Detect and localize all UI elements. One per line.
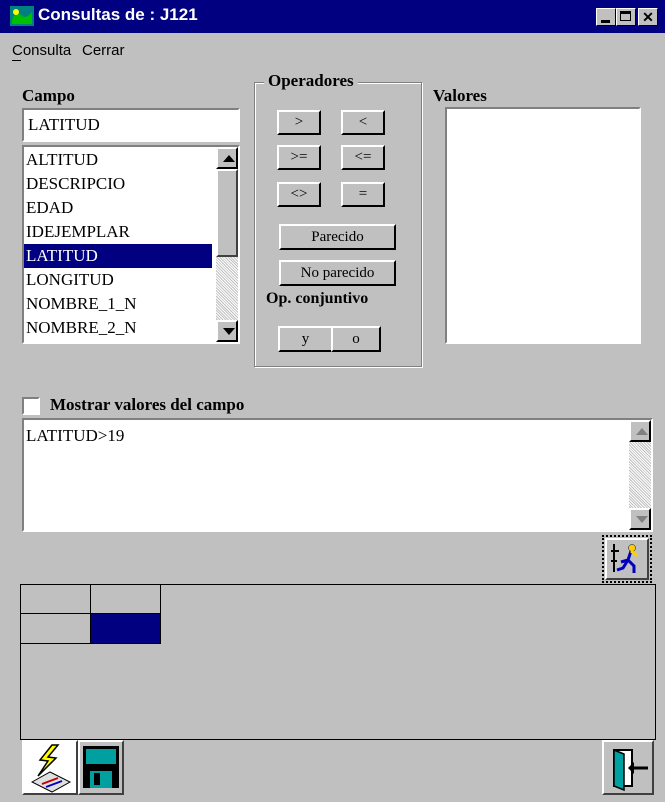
valores-listbox[interactable]: [445, 107, 641, 344]
menu-bar: Consulta Cerrar: [0, 33, 665, 65]
window-title: Consultas de : J121: [38, 5, 198, 24]
operadores-label: Operadores: [264, 71, 358, 91]
op-less-button[interactable]: <: [341, 110, 385, 135]
campo-list: ALTITUD DESCRIPCIO EDAD IDEJEMPLAR LATIT…: [24, 147, 214, 342]
run-query-face: [605, 538, 649, 580]
run-query-button[interactable]: [602, 535, 652, 583]
save-button[interactable]: [78, 740, 124, 795]
op-not-equal-button[interactable]: <>: [277, 182, 321, 207]
op-equal-button[interactable]: =: [341, 182, 385, 207]
close-button[interactable]: ✕: [638, 8, 658, 26]
list-item[interactable]: NOMBRE_2_N: [24, 316, 212, 340]
minimize-icon: [601, 20, 610, 23]
campo-label: Campo: [22, 86, 75, 105]
list-item[interactable]: ALTITUD: [24, 148, 212, 172]
menu-consulta[interactable]: Consulta: [12, 42, 71, 59]
list-item[interactable]: LONGITUD: [24, 268, 212, 292]
query-text: LATITUD>19: [26, 426, 125, 445]
grid-header-cell: [91, 585, 161, 614]
exit-button[interactable]: [602, 740, 654, 795]
op-less-equal-button[interactable]: <=: [341, 145, 385, 170]
menu-cerrar[interactable]: Cerrar: [82, 42, 125, 59]
query-textarea[interactable]: LATITUD>19: [22, 418, 653, 532]
mostrar-valores-label: Mostrar valores del campo: [50, 395, 245, 414]
list-item[interactable]: EDAD: [24, 196, 212, 220]
exit-door-icon: [613, 748, 648, 792]
arrow-up-icon: [223, 155, 235, 162]
execute-button[interactable]: [22, 740, 78, 795]
op-o-button[interactable]: o: [331, 326, 381, 352]
no-parecido-button[interactable]: No parecido: [279, 260, 396, 286]
maximize-button[interactable]: [616, 8, 636, 26]
op-greater-equal-button[interactable]: >=: [277, 145, 321, 170]
app-icon: [10, 6, 34, 26]
arrow-up-icon: [636, 428, 648, 435]
run-query-icon: [611, 544, 638, 573]
scroll-up-button[interactable]: [216, 147, 238, 169]
title-bar: Consultas de : J121 ✕: [0, 0, 665, 33]
scroll-thumb[interactable]: [216, 169, 238, 257]
mostrar-valores-checkbox[interactable]: [22, 397, 40, 415]
mnemonic-underline: [12, 60, 21, 61]
floppy-disk-icon: [83, 746, 119, 788]
arrow-down-icon: [636, 516, 648, 523]
list-item[interactable]: NOMBRE_1_N: [24, 292, 212, 316]
minimize-button[interactable]: [596, 8, 616, 26]
list-item[interactable]: DESCRIPCIO: [24, 172, 212, 196]
grid-header-cell: [21, 585, 91, 614]
grid-row-header-cell[interactable]: [21, 614, 91, 644]
scroll-down-button[interactable]: [216, 320, 238, 342]
scroll-down-button[interactable]: [629, 508, 651, 530]
op-y-button[interactable]: y: [278, 326, 333, 352]
op-greater-button[interactable]: >: [277, 110, 321, 135]
valores-label: Valores: [433, 86, 487, 105]
parecido-button[interactable]: Parecido: [279, 224, 396, 250]
maximize-icon: [620, 11, 631, 21]
results-grid[interactable]: [20, 584, 656, 740]
grid-selected-cell[interactable]: [91, 614, 161, 644]
campo-field[interactable]: LATITUD: [22, 108, 240, 142]
list-item-selected[interactable]: LATITUD: [24, 244, 212, 268]
arrow-down-icon: [223, 328, 235, 335]
op-conjuntivo-label: Op. conjuntivo: [266, 290, 369, 307]
list-item[interactable]: IDEJEMPLAR: [24, 220, 212, 244]
campo-scrollbar[interactable]: [216, 147, 238, 342]
scroll-up-button[interactable]: [629, 420, 651, 442]
lightning-icon: [30, 744, 72, 793]
query-scrollbar[interactable]: [629, 420, 651, 530]
close-icon: ✕: [642, 9, 654, 25]
campo-listbox[interactable]: ALTITUD DESCRIPCIO EDAD IDEJEMPLAR LATIT…: [22, 145, 240, 344]
